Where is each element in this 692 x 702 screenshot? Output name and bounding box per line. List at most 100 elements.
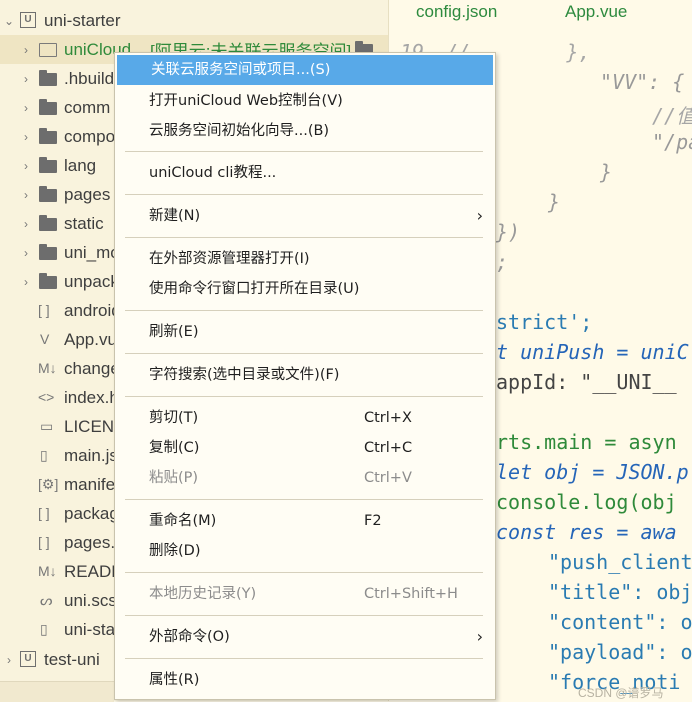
menu-separator	[125, 237, 483, 238]
js-icon: ▯	[40, 447, 48, 463]
tree-item-label: index.h	[64, 387, 119, 407]
chevron-right-icon[interactable]: ›	[3, 654, 15, 666]
tree-item-label: android	[64, 300, 121, 320]
sidebar-toolbar	[0, 681, 114, 702]
tree-item-label: packag	[64, 503, 119, 523]
watermark: CSDN @谱罗马	[578, 686, 664, 700]
menu-item-paste: 粘贴(P) Ctrl+V	[115, 463, 495, 493]
uni-project-icon: U	[20, 12, 36, 28]
menu-separator	[125, 353, 483, 354]
code-line: console.log(obj	[496, 490, 677, 514]
folder-icon	[39, 186, 57, 202]
folder-icon	[39, 99, 57, 115]
chevron-right-icon[interactable]: ›	[20, 247, 32, 259]
folder-icon	[39, 273, 57, 289]
json-icon: [ ]	[38, 505, 50, 521]
shortcut-label: Ctrl+C	[364, 440, 413, 456]
chevron-right-icon[interactable]: ›	[20, 73, 32, 85]
tree-item-label: uni_mo	[64, 242, 120, 262]
tree-item-label: manife	[64, 474, 116, 494]
code-line: "payload": o	[548, 640, 692, 664]
chevron-right-icon[interactable]: ›	[20, 276, 32, 288]
menu-item-open-terminal[interactable]: 使用命令行窗口打开所在目录(U)	[115, 274, 495, 304]
tree-item-label: change	[64, 358, 120, 378]
menu-item-link-cloud-space[interactable]: 关联云服务空间或项目...(S)	[117, 55, 493, 85]
tree-item-label: pages.j	[64, 532, 119, 552]
shortcut-label: Ctrl+V	[364, 470, 412, 486]
menu-item-open-in-explorer[interactable]: 在外部资源管理器打开(I)	[115, 244, 495, 274]
json-icon: [ ]	[38, 302, 50, 318]
tree-item-label: App.vu	[64, 329, 117, 349]
tree-item-label: static	[64, 213, 104, 233]
file-icon: ▯	[40, 621, 48, 637]
tree-item-label: uni.scs	[64, 590, 117, 610]
folder-icon	[39, 70, 57, 86]
code-line: "title": obj	[548, 580, 692, 604]
file-icon: ▭	[40, 418, 54, 434]
markdown-icon: M↓	[38, 563, 57, 579]
scss-icon: ᔕ	[40, 592, 53, 608]
code-line: "/pa	[652, 130, 692, 154]
menu-item-text-search[interactable]: 字符搜索(选中目录或文件)(F)	[115, 360, 495, 390]
tree-item-label: lang	[64, 155, 97, 175]
code-line: "content": o	[548, 610, 692, 634]
json-icon: [ ]	[38, 534, 50, 550]
tree-row-project-root[interactable]: ⌄ U uni-starter	[0, 6, 388, 35]
chevron-down-icon[interactable]: ⌄	[3, 15, 15, 27]
code-line: rts.main = asyn	[496, 430, 677, 454]
code-line: strict';	[496, 310, 593, 334]
code-line: ;	[496, 250, 509, 274]
shortcut-label: Ctrl+Shift+H	[364, 586, 458, 602]
code-line: "push_client	[548, 550, 692, 574]
chevron-right-icon[interactable]: ›	[20, 102, 32, 114]
menu-item-init-wizard[interactable]: 云服务空间初始化向导...(B)	[115, 116, 495, 146]
menu-item-open-web-console[interactable]: 打开uniCloud Web控制台(V)	[115, 86, 495, 116]
project-root-label: uni-starter	[44, 10, 121, 30]
editor-tabs: config.json App.vue	[388, 0, 692, 30]
menu-item-cli-tutorial[interactable]: uniCloud cli教程...	[115, 158, 495, 188]
menu-item-rename[interactable]: 重命名(M) F2	[115, 506, 495, 536]
chevron-right-icon[interactable]: ›	[20, 160, 32, 172]
tree-item-label: uni-sta	[64, 619, 116, 639]
menu-item-copy[interactable]: 复制(C) Ctrl+C	[115, 433, 495, 463]
manifest-icon: [⚙]	[38, 476, 59, 492]
code-line: //值	[652, 104, 692, 128]
folder-icon	[39, 244, 57, 260]
uni-project-icon: U	[20, 651, 36, 667]
chevron-right-icon: ›	[476, 627, 483, 646]
code-line: let obj = JSON.p	[496, 460, 689, 484]
vue-icon: V	[40, 331, 50, 347]
menu-separator	[125, 151, 483, 152]
menu-separator	[125, 396, 483, 397]
html-icon: <>	[38, 389, 55, 405]
menu-item-cut[interactable]: 剪切(T) Ctrl+X	[115, 403, 495, 433]
context-menu: 关联云服务空间或项目...(S) 打开uniCloud Web控制台(V) 云服…	[114, 52, 496, 700]
markdown-icon: M↓	[38, 360, 57, 376]
tab-config-json[interactable]: config.json	[416, 2, 497, 22]
menu-separator	[125, 658, 483, 659]
second-project-label: test-uni	[44, 649, 100, 669]
menu-separator	[125, 310, 483, 311]
code-line: }	[600, 160, 613, 184]
chevron-right-icon[interactable]: ›	[20, 218, 32, 230]
code-line: "VV": {	[600, 70, 685, 94]
menu-item-delete[interactable]: 删除(D)	[115, 536, 495, 566]
folder-open-icon	[39, 41, 57, 57]
chevron-right-icon: ›	[476, 206, 483, 225]
tree-item-label: main.js	[64, 445, 118, 465]
chevron-right-icon[interactable]: ›	[20, 44, 32, 56]
menu-item-refresh[interactable]: 刷新(E)	[115, 317, 495, 347]
chevron-right-icon[interactable]: ›	[20, 189, 32, 201]
tree-item-label: comm	[64, 97, 111, 117]
chevron-right-icon[interactable]: ›	[20, 131, 32, 143]
menu-separator	[125, 194, 483, 195]
tab-app-vue[interactable]: App.vue	[565, 2, 627, 22]
code-line: }	[548, 190, 561, 214]
menu-item-properties[interactable]: 属性(R)	[115, 665, 495, 695]
code-line: const res = awa	[496, 520, 677, 544]
code-line: })	[496, 220, 521, 244]
code-line: appId: "__UNI__	[496, 370, 677, 394]
menu-item-external-commands[interactable]: 外部命令(O) ›	[115, 622, 495, 652]
menu-item-new[interactable]: 新建(N) ›	[115, 201, 495, 231]
menu-separator	[125, 499, 483, 500]
